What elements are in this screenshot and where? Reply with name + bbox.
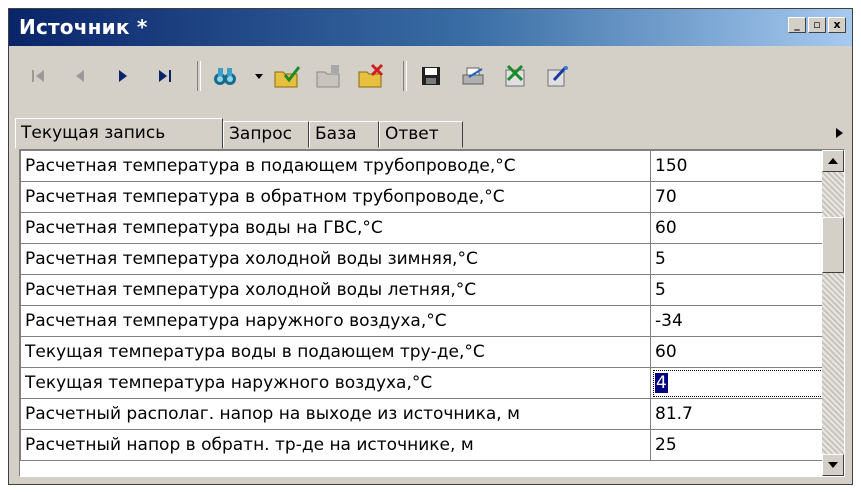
row-value[interactable]: 60 — [650, 212, 827, 244]
tab-current-record[interactable]: Текущая запись — [15, 118, 223, 149]
row-value-editing[interactable]: 4 — [650, 367, 827, 399]
arrow-down-icon — [828, 462, 838, 468]
toolbar-separator — [403, 61, 407, 91]
row-value[interactable]: 5 — [650, 274, 827, 306]
edit-icon[interactable] — [543, 62, 571, 90]
row-value[interactable]: 70 — [650, 181, 827, 213]
folder-delete-icon[interactable] — [357, 62, 385, 90]
row-value[interactable]: 25 — [650, 429, 827, 461]
row-label: Расчетный располаг. напор на выходе из и… — [20, 398, 651, 430]
excel-export-icon[interactable] — [501, 62, 529, 90]
arrow-up-icon — [828, 158, 838, 164]
table-row[interactable]: Расчетная температура в обратном трубопр… — [20, 181, 827, 213]
save-icon[interactable] — [417, 62, 445, 90]
close-button[interactable]: x — [828, 17, 846, 33]
table-row[interactable]: Расчетная температура в подающем трубопр… — [20, 150, 827, 182]
toolbar-separator — [197, 61, 201, 91]
row-value[interactable]: 60 — [650, 336, 827, 368]
last-record-icon[interactable] — [151, 62, 179, 90]
row-label: Текущая температура воды в подающем тру-… — [20, 336, 651, 368]
window-controls: _ ▫ x — [788, 17, 846, 33]
row-value[interactable]: 5 — [650, 243, 827, 275]
row-value[interactable]: 81.7 — [650, 398, 827, 430]
toolbar — [9, 47, 852, 105]
folder-check-icon[interactable] — [273, 62, 301, 90]
table-row[interactable]: Расчетная температура наружного воздуха,… — [20, 305, 827, 337]
scrollbar-thumb[interactable] — [822, 217, 844, 274]
folder-add-icon[interactable] — [315, 62, 343, 90]
print-icon[interactable] — [459, 62, 487, 90]
scroll-up-button[interactable] — [822, 150, 844, 172]
table-row[interactable]: Текущая температура наружного воздуха,°С… — [20, 367, 827, 399]
row-label: Расчетная температура наружного воздуха,… — [20, 305, 651, 337]
row-value[interactable]: 150 — [650, 150, 827, 182]
tab-query[interactable]: Запрос — [223, 121, 309, 148]
minimize-button[interactable]: _ — [788, 17, 806, 33]
dropdown-arrow-icon[interactable] — [253, 62, 265, 90]
tab-base[interactable]: База — [309, 121, 379, 148]
row-label: Расчетный напор в обратн. тр-де на источ… — [20, 429, 651, 461]
property-grid: Расчетная температура в подающем трубопр… — [19, 149, 845, 477]
table-row[interactable]: Расчетная температура холодной воды зимн… — [20, 243, 827, 275]
row-label: Текущая температура наружного воздуха,°С — [20, 367, 651, 399]
vertical-scrollbar[interactable] — [822, 150, 844, 476]
row-label: Расчетная температура холодной воды летн… — [20, 274, 651, 306]
row-label: Расчетная температура в подающем трубопр… — [20, 150, 651, 182]
table-row[interactable]: Расчетная температура холодной воды летн… — [20, 274, 827, 306]
first-record-icon[interactable] — [25, 62, 53, 90]
binoculars-icon[interactable] — [211, 62, 239, 90]
window-title: Источник * — [19, 15, 148, 39]
table-row[interactable]: Расчетная температура воды на ГВС,°С 60 — [20, 212, 827, 244]
tab-strip: Текущая запись Запрос База Ответ — [9, 117, 852, 149]
next-record-icon[interactable] — [109, 62, 137, 90]
row-value[interactable]: -34 — [650, 305, 827, 337]
tab-answer[interactable]: Ответ — [379, 121, 463, 148]
row-label: Расчетная температура холодной воды зимн… — [20, 243, 651, 275]
restore-button[interactable]: ▫ — [808, 17, 826, 33]
tab-scroll-right-icon[interactable] — [832, 126, 846, 140]
source-window: Источник * _ ▫ x Текущая запись Запрос Б… — [8, 8, 853, 485]
row-label: Расчетная температура воды на ГВС,°С — [20, 212, 651, 244]
table-row[interactable]: Расчетный напор в обратн. тр-де на источ… — [20, 429, 827, 461]
row-label: Расчетная температура в обратном трубопр… — [20, 181, 651, 213]
table-row[interactable]: Текущая температура воды в подающем тру-… — [20, 336, 827, 368]
scroll-down-button[interactable] — [822, 454, 844, 476]
table-row[interactable]: Расчетный располаг. напор на выходе из и… — [20, 398, 827, 430]
title-bar[interactable]: Источник * _ ▫ x — [9, 9, 852, 46]
selected-value[interactable]: 4 — [655, 373, 668, 393]
previous-record-icon[interactable] — [67, 62, 95, 90]
